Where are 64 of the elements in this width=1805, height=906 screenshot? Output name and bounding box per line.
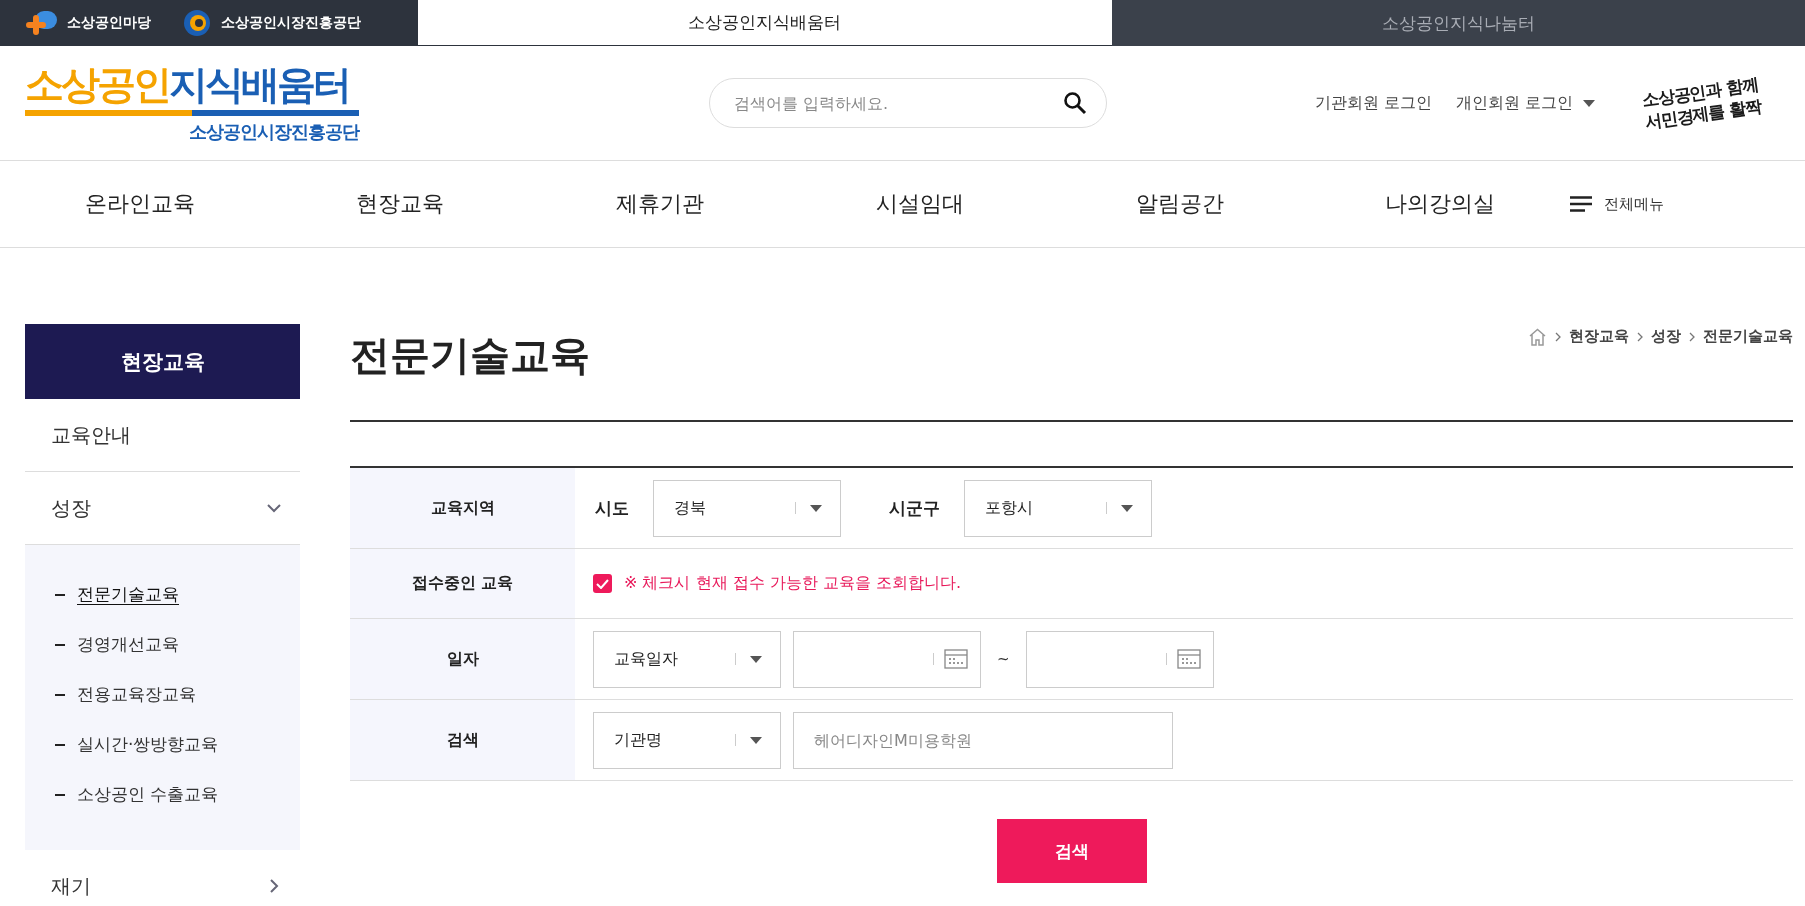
dropdown[interactable]: 교육일자 — [593, 630, 781, 688]
plus-p-logo-icon — [25, 9, 59, 37]
site-tab[interactable]: 소상공인지식배움터 — [418, 0, 1112, 46]
chevron-icon — [1637, 331, 1643, 342]
submenu-link[interactable]: 경영개선교육 — [77, 633, 179, 656]
caret-icon — [750, 655, 762, 663]
calendar-icon[interactable] — [1176, 649, 1201, 669]
search-button[interactable]: 검색 — [996, 819, 1147, 883]
breadcrumb-link[interactable]: 현장교육 — [1569, 327, 1629, 346]
dropdown[interactable]: 포항시 — [964, 479, 1152, 537]
site-link[interactable]: 소상공인마당 — [25, 9, 151, 37]
field-label: 시도 — [595, 496, 629, 520]
login-link[interactable]: 개인회원 로그인 — [1456, 92, 1596, 114]
search-field[interactable]: 검색어를 입력하세요. — [709, 78, 1107, 128]
nav-link[interactable]: 알림공간 — [1050, 189, 1310, 219]
site-logo[interactable]: 소상공인지식배움터 소상공인시장진흥공단 — [25, 62, 365, 144]
sidebar-item-label: 재기 — [51, 872, 91, 900]
breadcrumb-link[interactable]: 성장 — [1651, 327, 1681, 346]
nav-link[interactable]: 현장교육 — [270, 189, 530, 219]
menu-icon — [1570, 196, 1592, 212]
nav-link[interactable]: 제휴기관 — [530, 189, 790, 219]
caret-icon — [810, 504, 822, 512]
dropdown[interactable]: 경북 — [653, 479, 841, 537]
caret-icon — [1583, 99, 1596, 107]
site-tab[interactable]: 소상공인지식나눔터 — [1111, 0, 1805, 46]
sidebar-item-label: 성장 — [51, 494, 91, 522]
nav-link[interactable]: 시설임대 — [790, 189, 1050, 219]
sidebar-group[interactable]: 재기 — [25, 850, 300, 906]
sidebar-item[interactable]: 교육안내 — [25, 399, 300, 472]
circle-logo-icon — [181, 9, 213, 37]
sidebar-title: 현장교육 — [25, 324, 300, 399]
login-link[interactable]: 기관회원 로그인 — [1314, 92, 1432, 114]
dropdown[interactable]: 기관명 — [593, 711, 781, 769]
submenu-link[interactable]: 소상공인 수출교육 — [77, 783, 219, 806]
form-label: 접수중인 교육 — [350, 549, 575, 618]
caret-icon — [750, 736, 762, 744]
logo-subtitle: 소상공인시장진흥공단 — [189, 120, 359, 144]
submenu-link[interactable]: 전용교육장교육 — [77, 683, 196, 706]
chevron-icon — [1555, 331, 1561, 342]
nav-link[interactable]: 온라인교육 — [10, 189, 270, 219]
field-label: 시군구 — [889, 496, 940, 520]
nav-link[interactable]: 나의강의실 — [1310, 189, 1570, 219]
caret-icon — [1121, 504, 1133, 512]
submenu-link[interactable]: 전문기술교육 — [77, 583, 179, 606]
search-icon[interactable] — [1063, 91, 1087, 115]
search-input[interactable]: 헤어디자인M미용학원 — [793, 711, 1173, 769]
site-link[interactable]: 소상공인시장진흥공단 — [181, 9, 361, 37]
form-label: 검색 — [350, 700, 575, 780]
calendar-icon[interactable] — [944, 649, 968, 669]
breadcrumb-link[interactable]: 전문기술교육 — [1703, 327, 1793, 346]
hint-text: ※ 체크시 현재 접수 가능한 교육을 조회합니다. — [624, 573, 961, 594]
chevron-icon — [1689, 331, 1695, 342]
home-icon[interactable] — [1528, 327, 1547, 346]
slogan-logo: 소상공인과 함께 서민경제를 활짝 — [1640, 73, 1763, 133]
date-field[interactable] — [793, 630, 981, 688]
all-menu-button[interactable]: 전체메뉴 — [1570, 194, 1805, 214]
form-label: 교육지역 — [350, 468, 575, 548]
submenu-link[interactable]: 실시간·쌍방향교육 — [77, 733, 219, 756]
checkbox[interactable] — [593, 574, 612, 593]
date-field[interactable] — [1025, 630, 1214, 688]
form-label: 일자 — [350, 619, 575, 699]
logo-title: 소상공인지식배움터 — [25, 62, 350, 108]
page-title: 전문기술교육 — [350, 331, 590, 380]
range-separator: ~ — [997, 650, 1010, 668]
